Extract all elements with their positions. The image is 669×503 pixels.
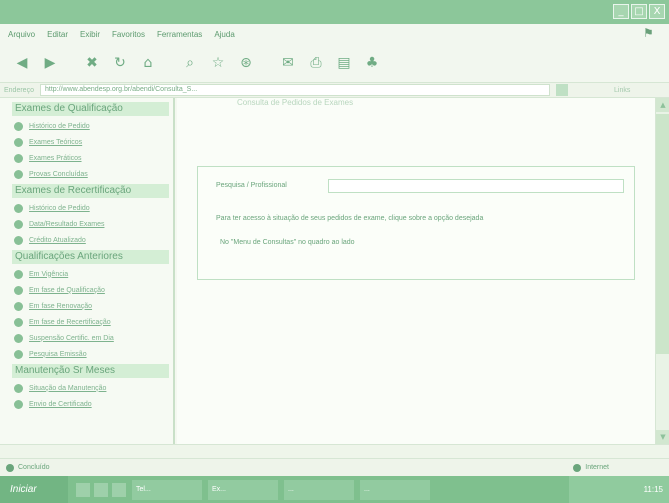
section-header-manutencao: Manutenção Sr Meses: [12, 364, 169, 378]
messenger-icon[interactable]: ♣: [362, 53, 382, 73]
section-header-qualificacao: Exames de Qualificação: [12, 102, 169, 116]
scroll-up-icon[interactable]: ▲: [656, 98, 669, 112]
menu-help[interactable]: Ajuda: [214, 30, 234, 39]
stop-icon[interactable]: ✖: [82, 53, 102, 73]
history-icon[interactable]: ⊛: [236, 53, 256, 73]
nav-item-exames-teoricos[interactable]: Exames Teóricos: [14, 136, 173, 148]
favorites-icon[interactable]: ☆: [208, 53, 228, 73]
menu-file[interactable]: Arquivo: [8, 30, 35, 39]
search-form: Pesquisa / Profissional Para ter acesso …: [197, 166, 635, 280]
menu-hint-text: No "Menu de Consultas" no quadro ao lado: [220, 239, 355, 246]
links-label[interactable]: Links: [614, 87, 630, 94]
page-title: Consulta de Pedidos de Exames: [237, 98, 354, 107]
taskbar-item[interactable]: ...: [360, 479, 430, 500]
zone-text: Internet: [585, 464, 609, 471]
nav-item-provas-concluidas[interactable]: Provas Concluídas: [14, 168, 173, 180]
address-bar: Endereço http://www.abendesp.org.br/aben…: [0, 82, 669, 98]
section-header-recertificacao: Exames de Recertificação: [12, 184, 169, 198]
taskbar: Iniciar Tel... Ex... ... ... 11:15: [0, 476, 669, 503]
go-button[interactable]: [556, 84, 568, 96]
minimize-button[interactable]: _: [613, 4, 629, 19]
section-header-anteriores: Qualificações Anteriores: [12, 250, 169, 264]
bullet-icon: [14, 169, 23, 179]
bullet-icon: [14, 153, 23, 163]
menu-favorites[interactable]: Favoritos: [112, 30, 145, 39]
consultation-menu: Exames de Qualificação Histórico de Pedi…: [0, 98, 175, 444]
menu-tools[interactable]: Ferramentas: [157, 30, 202, 39]
status-text: Concluído: [18, 464, 50, 471]
menu-bar: Arquivo Editar Exibir Favoritos Ferramen…: [0, 24, 669, 44]
menu-edit[interactable]: Editar: [47, 30, 68, 39]
bullet-icon: [14, 235, 23, 245]
title-bar: _ □ X: [0, 0, 669, 24]
main-content: Consulta de Pedidos de Exames Pesquisa /…: [177, 98, 655, 444]
globe-icon: [573, 463, 582, 472]
bullet-icon: [14, 333, 23, 343]
toolbar: ◀ ▶ ✖ ↻ ⌂ ⌕ ☆ ⊛ ✉ ⎙ ▤ ♣: [0, 44, 669, 82]
nav-item-suspensao[interactable]: Suspensão Certific. em Dia: [14, 332, 173, 344]
professional-search-input[interactable]: [328, 179, 624, 193]
mail-icon[interactable]: ✉: [278, 53, 298, 73]
maximize-button[interactable]: □: [631, 4, 647, 19]
scroll-thumb[interactable]: [656, 114, 669, 354]
taskbar-item[interactable]: ...: [284, 479, 354, 500]
quick-launch: [76, 482, 126, 497]
system-tray: 11:15: [569, 476, 669, 503]
nav-item-fase-recertificacao[interactable]: Em fase de Recertificação: [14, 316, 173, 328]
bullet-icon: [14, 383, 23, 393]
taskbar-item[interactable]: Tel...: [132, 479, 202, 500]
professional-search-label: Pesquisa / Profissional: [216, 182, 287, 189]
window-controls: _ □ X: [613, 4, 665, 19]
instruction-text: Para ter acesso à situação de seus pedid…: [216, 215, 484, 222]
vertical-scrollbar[interactable]: ▲ ▼: [655, 98, 669, 444]
back-icon[interactable]: ◀: [12, 53, 32, 73]
nav-item-em-vigencia[interactable]: Em Vigência: [14, 268, 173, 280]
nav-item-historico-pedido[interactable]: Histórico de Pedido: [14, 120, 173, 132]
done-icon: [6, 463, 14, 472]
bullet-icon: [14, 317, 23, 327]
edit-icon[interactable]: ▤: [334, 53, 354, 73]
nav-item-fase-qualificacao[interactable]: Em fase de Qualificação: [14, 284, 173, 296]
refresh-icon[interactable]: ↻: [110, 53, 130, 73]
scroll-down-icon[interactable]: ▼: [656, 430, 669, 444]
search-icon[interactable]: ⌕: [180, 53, 200, 73]
nav-item-exames-praticos[interactable]: Exames Práticos: [14, 152, 173, 164]
start-button[interactable]: Iniciar: [0, 476, 68, 503]
nav-item-situacao-manutencao[interactable]: Situação da Manutenção: [14, 382, 173, 394]
print-icon[interactable]: ⎙: [306, 53, 326, 73]
nav-item-historico-pedido-recert[interactable]: Histórico de Pedido: [14, 202, 173, 214]
nav-item-envio-certificado[interactable]: Envio de Certificado: [14, 398, 173, 410]
horizontal-scrollbar[interactable]: [0, 444, 669, 458]
bullet-icon: [14, 137, 23, 147]
nav-item-credito[interactable]: Crédito Atualizado: [14, 234, 173, 246]
clock: 11:15: [643, 485, 663, 494]
nav-item-data-resultado[interactable]: Data/Resultado Exames: [14, 218, 173, 230]
bullet-icon: [14, 269, 23, 279]
bullet-icon: [14, 285, 23, 295]
address-label: Endereço: [4, 86, 34, 94]
windows-logo-icon: ⚑: [643, 26, 654, 40]
bullet-icon: [14, 349, 23, 359]
quick-launch-ie-icon[interactable]: [76, 482, 90, 497]
address-input[interactable]: http://www.abendesp.org.br/abendi/Consul…: [40, 84, 550, 96]
home-icon[interactable]: ⌂: [138, 53, 158, 73]
quick-launch-mail-icon[interactable]: [94, 482, 108, 497]
close-button[interactable]: X: [649, 4, 665, 19]
taskbar-item[interactable]: Ex...: [208, 479, 278, 500]
forward-icon[interactable]: ▶: [40, 53, 60, 73]
bullet-icon: [14, 121, 23, 131]
bullet-icon: [14, 399, 23, 409]
nav-item-fase-renovacao[interactable]: Em fase Renovação: [14, 300, 173, 312]
status-bar: Concluído Internet: [0, 458, 669, 476]
menu-view[interactable]: Exibir: [80, 30, 100, 39]
bullet-icon: [14, 301, 23, 311]
quick-launch-desktop-icon[interactable]: [112, 482, 126, 497]
bullet-icon: [14, 219, 23, 229]
nav-item-pesquisa-emissao[interactable]: Pesquisa Emissão: [14, 348, 173, 360]
bullet-icon: [14, 203, 23, 213]
